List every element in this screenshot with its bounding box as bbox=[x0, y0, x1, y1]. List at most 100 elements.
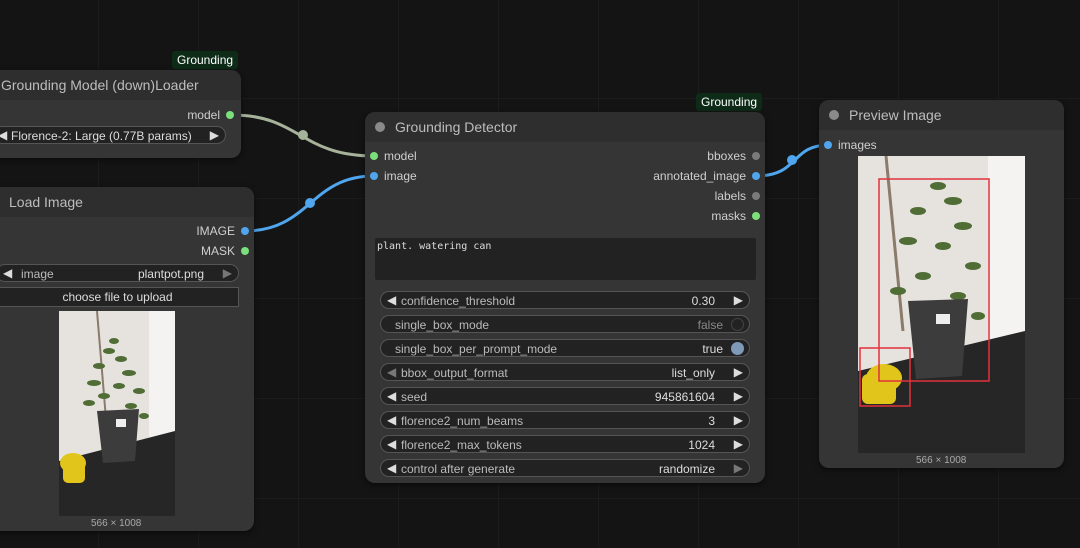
input-image-pin[interactable] bbox=[370, 172, 378, 180]
control-after-generate-widget[interactable]: ◀ control after generate randomize ▶ bbox=[380, 459, 750, 477]
confidence-threshold-widget[interactable]: ◀ confidence_threshold 0.30 ▶ bbox=[380, 291, 750, 309]
widget-label: florence2_num_beams bbox=[401, 414, 524, 428]
widget-value: 945861604 bbox=[654, 390, 715, 404]
arrow-left-icon[interactable]: ◀ bbox=[3, 266, 12, 280]
node-title-bar[interactable]: Grounding Model (down)Loader bbox=[0, 70, 241, 100]
node-title: Preview Image bbox=[849, 107, 942, 123]
node-title: Grounding Detector bbox=[395, 119, 518, 135]
bbox-output-format-widget[interactable]: ◀ bbox_output_format list_only ▶ bbox=[380, 363, 750, 381]
output-image-pin[interactable] bbox=[241, 227, 249, 235]
node-title-bar[interactable]: Preview Image bbox=[819, 100, 1064, 130]
widget-value: 1024 bbox=[688, 438, 715, 452]
toggle-on-icon[interactable] bbox=[731, 342, 744, 355]
upload-button[interactable]: choose file to upload bbox=[0, 287, 239, 307]
image-link-midpoint bbox=[305, 198, 315, 208]
output-bboxes-label: bboxes bbox=[707, 149, 746, 163]
seed-widget[interactable]: ◀ seed 945861604 ▶ bbox=[380, 387, 750, 405]
widget-value: false bbox=[697, 318, 723, 332]
input-images-label: images bbox=[838, 138, 877, 152]
arrow-right-icon[interactable]: ▶ bbox=[223, 266, 232, 280]
model-link-midpoint bbox=[298, 130, 308, 140]
input-model[interactable]: model bbox=[370, 148, 470, 164]
arrow-left-icon[interactable]: ◀ bbox=[387, 413, 396, 427]
input-model-label: model bbox=[384, 149, 417, 163]
preview-image-node[interactable]: Preview Image images 566 × 1008 bbox=[819, 100, 1064, 468]
output-masks-pin[interactable] bbox=[752, 212, 760, 220]
output-bboxes[interactable]: bboxes bbox=[620, 148, 760, 164]
annotated-image-preview bbox=[858, 156, 1025, 453]
node-title-bar[interactable]: Load Image bbox=[0, 187, 254, 217]
input-images-pin[interactable] bbox=[824, 141, 832, 149]
image-select[interactable]: ◀ image plantpot.png ▶ bbox=[0, 264, 239, 282]
output-annotated-image-label: annotated_image bbox=[653, 169, 746, 183]
loaded-image-preview bbox=[59, 311, 175, 516]
widget-label: single_box_per_prompt_mode bbox=[395, 342, 558, 356]
prompt-textarea[interactable]: plant. watering can bbox=[375, 238, 756, 280]
loader-group-badge: Grounding bbox=[172, 51, 239, 69]
node-title: Grounding Model (down)Loader bbox=[1, 77, 199, 93]
widget-value: true bbox=[702, 342, 723, 356]
output-image[interactable]: IMAGE bbox=[149, 223, 249, 239]
arrow-left-icon[interactable]: ◀ bbox=[387, 461, 396, 475]
output-mask-label: MASK bbox=[200, 244, 235, 258]
arrow-right-icon[interactable]: ▶ bbox=[734, 365, 743, 379]
widget-label: bbox_output_format bbox=[401, 366, 508, 380]
arrow-right-icon[interactable]: ▶ bbox=[734, 461, 743, 475]
grounding-model-loader-node[interactable]: Grounding Model (down)Loader model ◀ Flo… bbox=[0, 70, 241, 158]
collapse-dot-icon[interactable] bbox=[375, 122, 385, 132]
input-model-pin[interactable] bbox=[370, 152, 378, 160]
output-mask[interactable]: MASK bbox=[149, 243, 249, 259]
arrow-left-icon[interactable]: ◀ bbox=[387, 365, 396, 379]
widget-label: control after generate bbox=[401, 462, 516, 476]
input-image[interactable]: image bbox=[370, 168, 470, 184]
image-dimensions: 566 × 1008 bbox=[916, 455, 967, 466]
node-title-bar[interactable]: Grounding Detector bbox=[365, 112, 765, 142]
load-image-node[interactable]: Load Image IMAGE MASK ◀ image plantpot.p… bbox=[0, 187, 254, 531]
output-annotated-image-pin[interactable] bbox=[752, 172, 760, 180]
arrow-left-icon[interactable]: ◀ bbox=[387, 437, 396, 451]
arrow-right-icon[interactable]: ▶ bbox=[210, 128, 219, 142]
widget-value: 3 bbox=[708, 414, 715, 428]
single-box-mode-toggle[interactable]: single_box_mode false bbox=[380, 315, 750, 333]
output-labels-pin[interactable] bbox=[752, 192, 760, 200]
arrow-right-icon[interactable]: ▶ bbox=[734, 437, 743, 451]
collapse-dot-icon[interactable] bbox=[829, 110, 839, 120]
output-masks[interactable]: masks bbox=[620, 208, 760, 224]
model-select-value: Florence-2: Large (0.77B params) bbox=[11, 129, 192, 143]
grounding-detector-node[interactable]: Grounding Detector model image bboxes an… bbox=[365, 112, 765, 483]
output-labels-label: labels bbox=[714, 189, 746, 203]
arrow-left-icon[interactable]: ◀ bbox=[387, 293, 396, 307]
arrow-left-icon[interactable]: ◀ bbox=[387, 389, 396, 403]
model-select[interactable]: ◀ Florence-2: Large (0.77B params) ▶ bbox=[0, 126, 226, 144]
output-labels[interactable]: labels bbox=[620, 188, 760, 204]
output-model-pin[interactable] bbox=[226, 111, 234, 119]
node-title: Load Image bbox=[9, 194, 83, 210]
input-images[interactable]: images bbox=[824, 137, 924, 153]
image-select-value: plantpot.png bbox=[137, 267, 204, 281]
widget-label: seed bbox=[401, 390, 428, 404]
annotated-link-midpoint bbox=[787, 155, 797, 165]
arrow-right-icon[interactable]: ▶ bbox=[734, 293, 743, 307]
output-bboxes-pin[interactable] bbox=[752, 152, 760, 160]
widget-label: florence2_max_tokens bbox=[401, 438, 522, 452]
florence2-max-tokens-widget[interactable]: ◀ florence2_max_tokens 1024 ▶ bbox=[380, 435, 750, 453]
toggle-off-icon[interactable] bbox=[731, 318, 744, 331]
single-box-per-prompt-mode-toggle[interactable]: single_box_per_prompt_mode true bbox=[380, 339, 750, 357]
detector-group-badge: Grounding bbox=[696, 93, 763, 111]
image-select-label: image bbox=[21, 267, 54, 281]
output-model[interactable]: model bbox=[114, 107, 234, 123]
florence2-num-beams-widget[interactable]: ◀ florence2_num_beams 3 ▶ bbox=[380, 411, 750, 429]
input-image-label: image bbox=[384, 169, 417, 183]
output-mask-pin[interactable] bbox=[241, 247, 249, 255]
annotated-plant-photo bbox=[858, 156, 1025, 453]
output-model-label: model bbox=[187, 108, 220, 122]
widget-value: randomize bbox=[658, 462, 715, 476]
arrow-right-icon[interactable]: ▶ bbox=[734, 389, 743, 403]
output-annotated-image[interactable]: annotated_image bbox=[620, 168, 760, 184]
arrow-right-icon[interactable]: ▶ bbox=[734, 413, 743, 427]
output-masks-label: masks bbox=[711, 209, 746, 223]
image-dimensions: 566 × 1008 bbox=[91, 518, 142, 529]
plant-photo bbox=[59, 311, 175, 516]
arrow-left-icon[interactable]: ◀ bbox=[0, 128, 7, 142]
widget-label: single_box_mode bbox=[395, 318, 490, 332]
